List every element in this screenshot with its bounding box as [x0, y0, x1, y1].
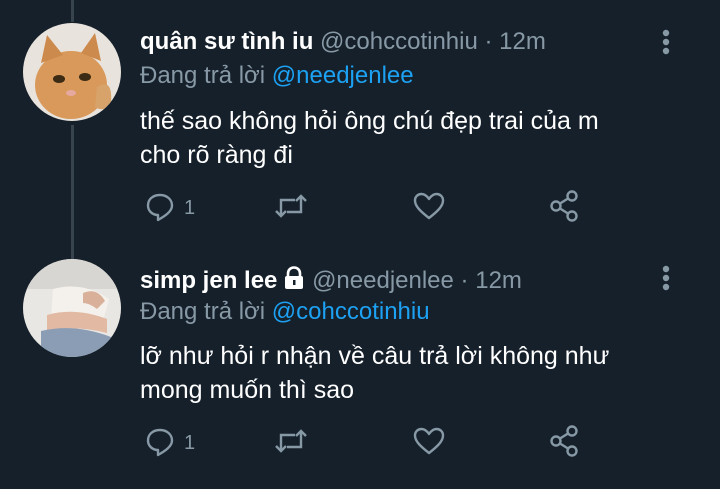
like-button[interactable] [412, 190, 446, 226]
handle[interactable]: @needjenlee [312, 267, 454, 294]
heart-icon [412, 425, 446, 462]
comment-icon [144, 190, 176, 227]
more-vertical-icon[interactable] [659, 264, 673, 294]
lock-icon [283, 266, 305, 297]
tweet-header: quân sư tình iu @cohccotinhiu · 12m [140, 28, 546, 56]
like-button[interactable] [412, 425, 446, 461]
heart-icon [412, 190, 446, 227]
replying-to: Đang trả lời @cohccotinhiu [140, 298, 430, 326]
comment-icon [144, 425, 176, 462]
reply-count: 1 [184, 431, 196, 454]
more-vertical-icon[interactable] [659, 28, 673, 58]
tweet-text: lỡ như hỏi r nhận về câu trả lời không n… [140, 339, 700, 407]
tweet-text-line: lỡ như hỏi r nhận về câu trả lời không n… [140, 342, 610, 370]
reply-prefix: Đang trả lời [140, 62, 266, 89]
retweet-icon [273, 425, 309, 462]
reply-mention[interactable]: @needjenlee [272, 62, 414, 89]
timestamp[interactable]: 12m [499, 28, 546, 55]
reply-prefix: Đang trả lời [140, 298, 266, 325]
display-name[interactable]: quân sư tình iu [140, 28, 313, 55]
tweet-text-line: thế sao không hỏi ông chú đẹp trai của m [140, 107, 599, 135]
tweet-text-line: mong muốn thì sao [140, 376, 355, 404]
display-name[interactable]: simp jen lee [140, 267, 277, 294]
tweet-actions: 1 [140, 189, 700, 228]
handle[interactable]: @cohccotinhiu [320, 28, 478, 55]
share-icon [548, 189, 582, 228]
reply-count: 1 [184, 196, 196, 219]
avatar[interactable] [23, 259, 121, 357]
tweet[interactable]: quân sư tình iu @cohccotinhiu · 12m Đang… [0, 0, 720, 250]
share-icon [548, 424, 582, 463]
reply-button[interactable]: 1 [144, 425, 195, 461]
separator: · [484, 28, 493, 55]
timestamp[interactable]: 12m [475, 267, 522, 294]
separator: · [460, 267, 469, 294]
share-button[interactable] [548, 424, 582, 463]
reply-button[interactable]: 1 [144, 190, 195, 226]
reply-mention[interactable]: @cohccotinhiu [272, 298, 430, 325]
retweet-button[interactable] [273, 190, 309, 226]
retweet-button[interactable] [273, 425, 309, 461]
tweet-header: simp jen lee @needjenlee · 12m [140, 266, 522, 297]
share-button[interactable] [548, 189, 582, 228]
retweet-icon [273, 190, 309, 227]
replying-to: Đang trả lời @needjenlee [140, 62, 414, 90]
tweet[interactable]: simp jen lee @needjenlee · 12m Đang trả … [0, 250, 720, 489]
tweet-text-line: cho rõ ràng đi [140, 141, 293, 169]
avatar[interactable] [23, 23, 121, 121]
tweet-actions: 1 [140, 424, 700, 463]
tweet-text: thế sao không hỏi ông chú đẹp trai của m… [140, 104, 700, 172]
